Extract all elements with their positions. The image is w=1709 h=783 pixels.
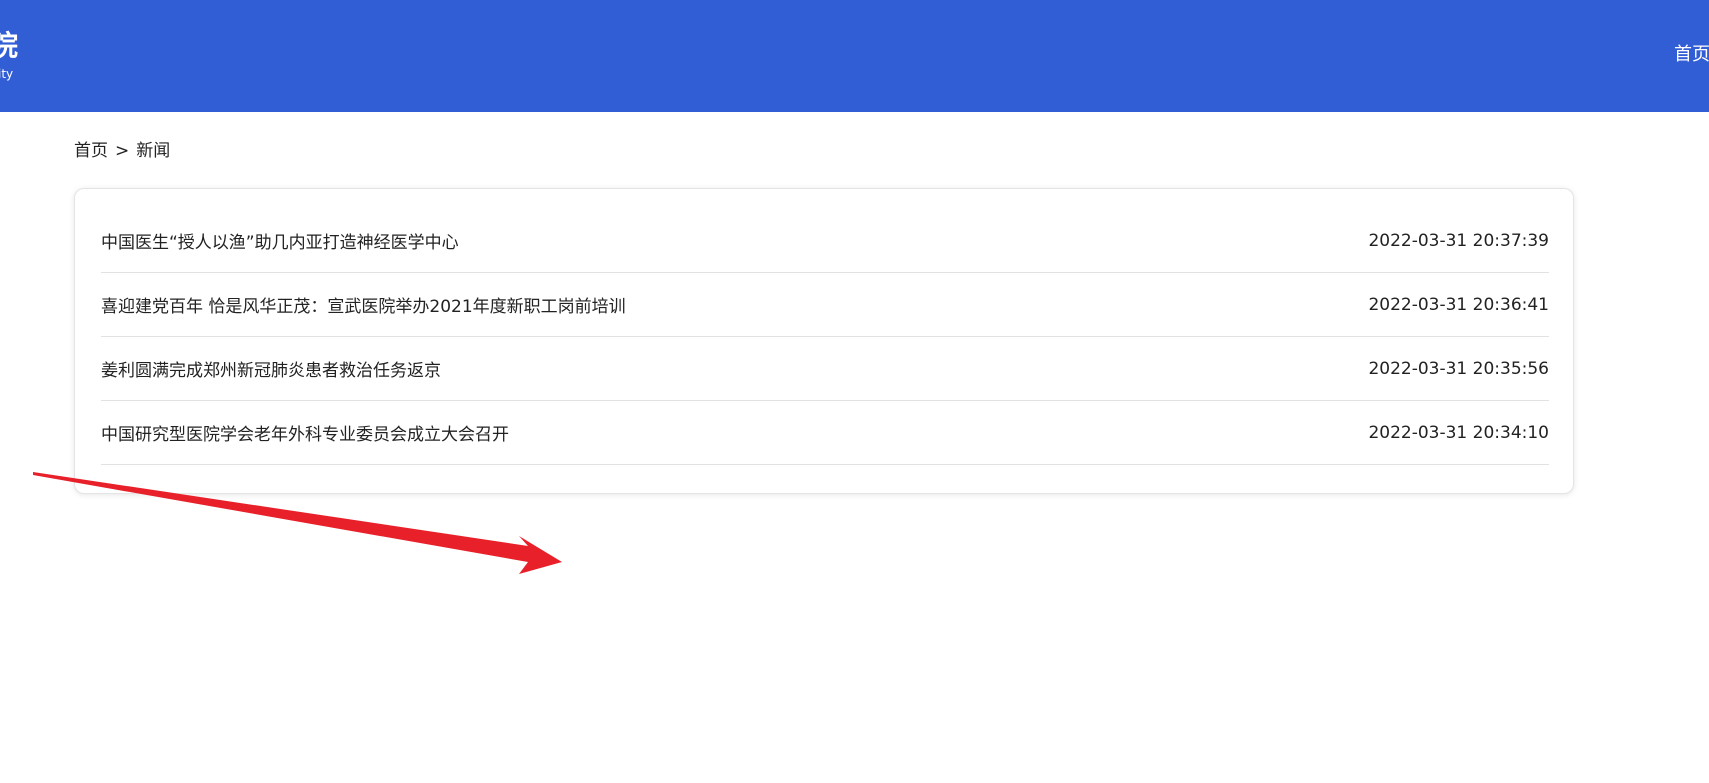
news-item[interactable]: 姜利圆满完成郑州新冠肺炎患者救治任务返京 2022-03-31 20:35:56 — [101, 337, 1549, 401]
breadcrumb-home-link[interactable]: 首页 — [74, 141, 108, 161]
nav-item-home[interactable]: 首页 — [1674, 46, 1709, 64]
news-date: 2022-03-31 20:35:56 — [1368, 358, 1549, 379]
top-header: 院 ity 首页 — [0, 0, 1709, 112]
site-logo-subtitle: ity — [0, 67, 14, 81]
news-date: 2022-03-31 20:37:39 — [1368, 230, 1549, 251]
news-item[interactable]: 喜迎建党百年 恰是风华正茂：宣武医院举办2021年度新职工岗前培训 2022-0… — [101, 273, 1549, 337]
news-title[interactable]: 中国医生“授人以渔”助几内亚打造神经医学中心 — [101, 228, 459, 253]
news-item[interactable]: 中国研究型医院学会老年外科专业委员会成立大会召开 2022-03-31 20:3… — [101, 401, 1549, 465]
news-title[interactable]: 喜迎建党百年 恰是风华正茂：宣武医院举办2021年度新职工岗前培训 — [101, 292, 626, 317]
news-date: 2022-03-31 20:34:10 — [1368, 422, 1549, 443]
news-item[interactable]: 中国医生“授人以渔”助几内亚打造神经医学中心 2022-03-31 20:37:… — [101, 209, 1549, 273]
news-date: 2022-03-31 20:36:41 — [1368, 294, 1549, 315]
news-list: 中国医生“授人以渔”助几内亚打造神经医学中心 2022-03-31 20:37:… — [101, 209, 1549, 465]
news-title[interactable]: 中国研究型医院学会老年外科专业委员会成立大会召开 — [101, 420, 509, 445]
news-title[interactable]: 姜利圆满完成郑州新冠肺炎患者救治任务返京 — [101, 356, 441, 381]
breadcrumb-current: 新闻 — [136, 141, 171, 161]
breadcrumb-separator: > — [115, 141, 130, 161]
site-logo-title[interactable]: 院 — [0, 32, 18, 60]
breadcrumb: 首页 > 新闻 — [74, 140, 170, 162]
news-list-card: 中国医生“授人以渔”助几内亚打造神经医学中心 2022-03-31 20:37:… — [74, 188, 1574, 494]
